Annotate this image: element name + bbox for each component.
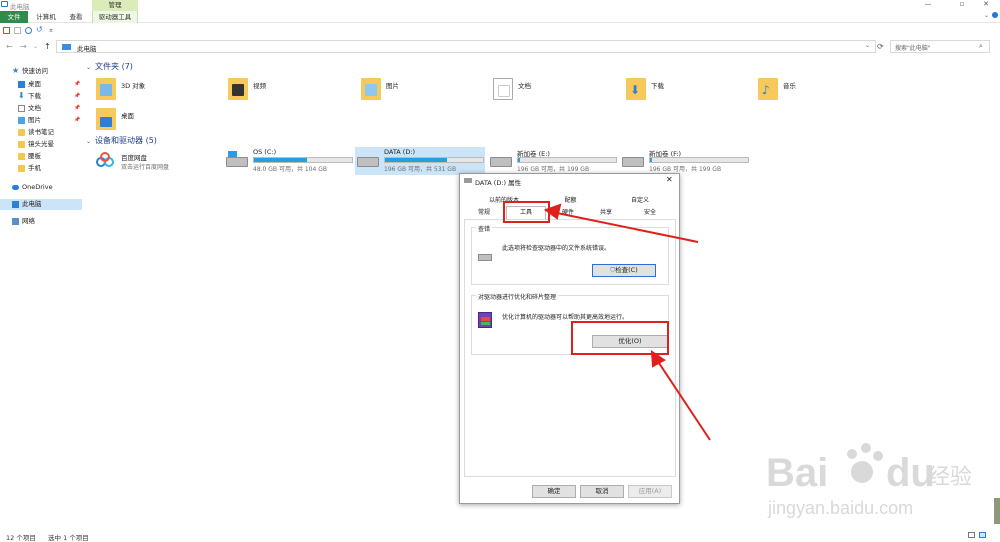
annotation-arrow-optimize [656,359,711,441]
annotation-arrowhead-tools [543,203,562,220]
annotation-arrowhead-optimize [650,350,666,368]
svg-text:经验: 经验 [928,465,972,490]
paw-icon [851,461,873,483]
watermark-logo-text: Bai [766,451,828,495]
svg-text:jingyan.baidu.com: jingyan.baidu.com [767,498,913,518]
baidu-jingyan-watermark: Bai du 经验 jingyan.baidu.com [766,443,972,518]
preview-thumbnail [994,498,1000,524]
annotation-arrow-tools [551,211,699,243]
